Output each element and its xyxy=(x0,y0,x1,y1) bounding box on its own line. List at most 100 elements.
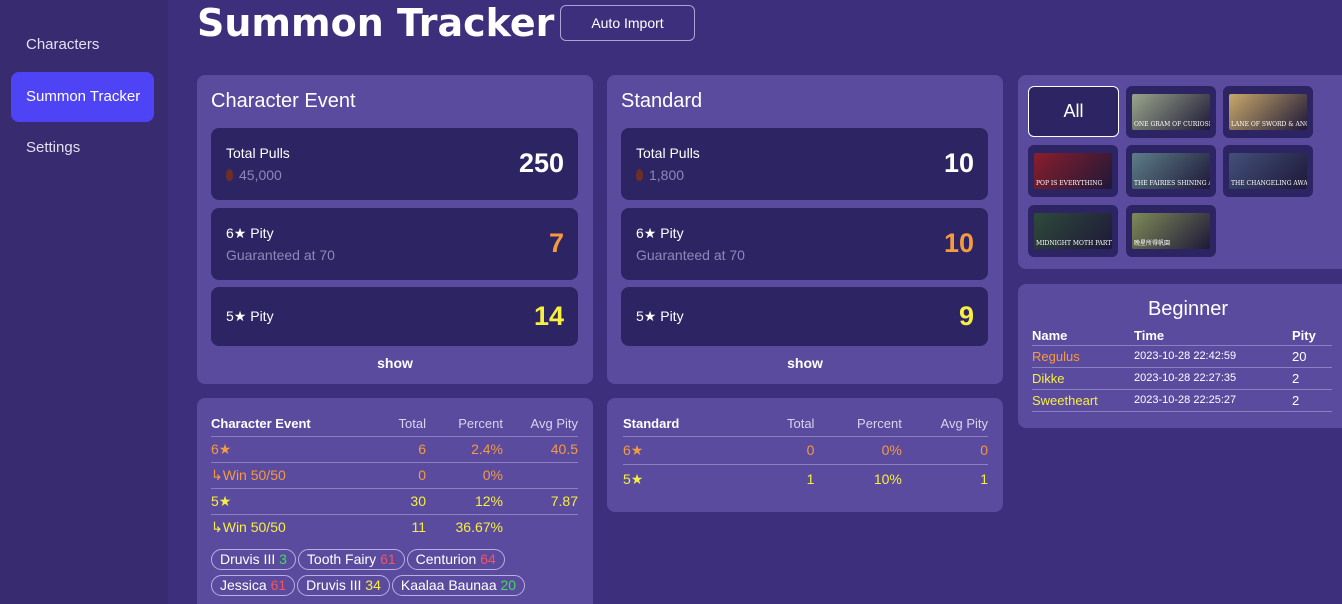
six-star-pity-guarantee: Guaranteed at 70 xyxy=(226,247,335,263)
character-chip[interactable]: Jessica 61 xyxy=(211,575,296,596)
table-row: Regulus 2023-10-28 22:42:59 20 xyxy=(1032,345,1332,368)
row-label: ↳Win 50/50 xyxy=(211,518,286,535)
sidebar: Characters Summon Tracker Settings xyxy=(0,0,168,604)
column-header: Time xyxy=(1134,326,1292,346)
table-row: 5★ 30 12% 7.87 xyxy=(211,488,578,515)
five-star-pity-value: 9 xyxy=(958,301,974,331)
gem-icon xyxy=(636,169,643,181)
banner-thumbnail[interactable]: 晚星所得帆園 xyxy=(1126,205,1216,257)
column-header: Pity xyxy=(1292,326,1332,346)
row-total: 6 xyxy=(361,436,426,463)
six-star-pity-value: 7 xyxy=(548,228,564,258)
banner-caption: 晚星所得帆園 xyxy=(1134,240,1171,247)
banner-art: ONE GRAM OF CURIOSITY xyxy=(1132,94,1210,130)
pull-cost-value: 45,000 xyxy=(239,167,282,183)
table-row: Dikke 2023-10-28 22:27:35 2 xyxy=(1032,367,1332,390)
five-star-pity-card: 5★ Pity 14 xyxy=(211,287,578,346)
beginner-title: Beginner xyxy=(1147,298,1229,320)
standard-stats-panel: Standard Total Percent Avg Pity 6★ 0 0% … xyxy=(607,398,1003,512)
row-total: 11 xyxy=(411,519,426,536)
row-avg-pity xyxy=(503,514,578,540)
table-row: ↳Win 50/50 11 36.67% xyxy=(211,514,578,540)
row-total: 30 xyxy=(361,488,426,515)
row-percent: 12% xyxy=(426,488,503,515)
pull-time: 2023-10-28 22:42:59 xyxy=(1134,345,1292,368)
banner-art: THE CHANGELING AWAITS xyxy=(1229,153,1307,189)
pull-time: 2023-10-28 22:25:27 xyxy=(1134,389,1292,412)
character-chip[interactable]: Tooth Fairy 61 xyxy=(297,549,405,570)
column-header: Percent xyxy=(426,412,503,437)
row-total: 0 xyxy=(737,436,815,465)
banner-art: MIDNIGHT MOTH PARTY xyxy=(1034,213,1112,249)
sidebar-item-characters[interactable]: Characters xyxy=(11,20,154,70)
banner-art: LANE OF SWORD & ANCHOR xyxy=(1229,94,1307,130)
six-star-pity-label: 6★ Pity xyxy=(636,225,684,241)
standard-panel: Standard Total Pulls 1,800 10 6★ Pity Gu… xyxy=(607,75,1003,384)
gem-icon xyxy=(226,169,233,181)
show-history-link[interactable]: show xyxy=(197,355,593,371)
six-star-pity-guarantee: Guaranteed at 70 xyxy=(636,247,745,263)
pull-name: Regulus xyxy=(1032,345,1134,368)
chip-name: Druvis III xyxy=(220,551,276,567)
column-header: Total xyxy=(361,412,426,437)
column-header: Avg Pity xyxy=(901,412,988,437)
chip-pity: 3 xyxy=(279,551,287,567)
six-star-pity-card: 6★ Pity Guaranteed at 70 10 xyxy=(621,208,988,280)
character-stats-panel: Character Event Total Percent Avg Pity 6… xyxy=(197,398,593,604)
sidebar-item-summon-tracker[interactable]: Summon Tracker xyxy=(11,72,154,122)
row-total: 0 xyxy=(361,462,426,489)
banner-art: THE FAIRIES SHINING AT NIGHT xyxy=(1132,153,1210,189)
character-stats-table: Character Event Total Percent Avg Pity 6… xyxy=(211,412,578,540)
banner-thumbnail[interactable]: THE CHANGELING AWAITS xyxy=(1223,145,1313,197)
banner-thumbnail[interactable]: THE FAIRIES SHINING AT NIGHT xyxy=(1126,145,1216,197)
table-row: 6★ 6 2.4% 40.5 xyxy=(211,436,578,463)
six-star-pity-value: 10 xyxy=(943,228,974,258)
character-chip[interactable]: Centurion 64 xyxy=(406,549,505,570)
table-row: Sweetheart 2023-10-28 22:25:27 2 xyxy=(1032,389,1332,412)
banner-caption: ONE GRAM OF CURIOSITY xyxy=(1134,121,1210,128)
pull-time: 2023-10-28 22:27:35 xyxy=(1134,367,1292,390)
total-pulls-label: Total Pulls xyxy=(636,145,700,161)
character-chip[interactable]: Druvis III 3 xyxy=(211,549,296,570)
row-label: 6★ xyxy=(623,436,738,465)
page-title: Summon Tracker xyxy=(197,1,555,45)
five-star-pity-card: 5★ Pity 9 xyxy=(621,287,988,346)
character-chip[interactable]: Druvis III 34 xyxy=(297,575,390,596)
show-history-link[interactable]: show xyxy=(607,355,1003,371)
row-label: 5★ xyxy=(623,470,644,487)
pull-name: Sweetheart xyxy=(1032,389,1134,412)
character-chip[interactable]: Kaalaa Baunaa 20 xyxy=(391,575,526,596)
chip-pity: 61 xyxy=(270,577,287,593)
table-header-row: Character Event Total Percent Avg Pity xyxy=(211,412,578,437)
row-label: ↳Win 50/50 xyxy=(211,462,361,489)
table-header-row: Standard Total Percent Avg Pity xyxy=(623,412,988,437)
banner-thumbnail[interactable]: ONE GRAM OF CURIOSITY xyxy=(1126,86,1216,138)
row-percent: 0% xyxy=(426,462,503,489)
five-star-pity-label: 5★ Pity xyxy=(636,308,684,324)
all-banners-button[interactable]: All xyxy=(1028,86,1119,137)
banner-art: POP IS EVERYTHING xyxy=(1034,153,1112,189)
row-avg-pity: 7.87 xyxy=(503,488,578,515)
row-label: 6★ xyxy=(211,436,361,463)
banner-caption: LANE OF SWORD & ANCHOR xyxy=(1231,121,1307,128)
banner-thumbnail[interactable]: MIDNIGHT MOTH PARTY xyxy=(1028,205,1118,257)
chip-name: Kaalaa Baunaa xyxy=(400,577,497,593)
panel-title: Character Event xyxy=(211,90,356,112)
table-header-row: Name Time Pity xyxy=(1032,326,1332,346)
banner-thumbnail[interactable]: POP IS EVERYTHING xyxy=(1028,145,1118,197)
column-header: Avg Pity xyxy=(503,412,578,437)
pull-name: Dikke xyxy=(1032,367,1134,390)
total-pulls-card: Total Pulls 1,800 10 xyxy=(621,128,988,200)
banner-art: 晚星所得帆園 xyxy=(1132,213,1210,249)
pull-cost-value: 1,800 xyxy=(649,167,685,183)
chip-pity: 61 xyxy=(380,551,396,567)
column-header: Percent xyxy=(814,412,902,437)
row-percent: 36.67% xyxy=(455,519,503,536)
beginner-panel: Beginner Name Time Pity Regulus 2023-10-… xyxy=(1018,284,1342,428)
chip-name: Tooth Fairy xyxy=(306,551,377,567)
beginner-pull-log: Name Time Pity Regulus 2023-10-28 22:42:… xyxy=(1032,326,1332,412)
auto-import-button[interactable]: Auto Import xyxy=(560,5,695,41)
sidebar-item-settings[interactable]: Settings xyxy=(11,123,154,173)
banner-thumbnail[interactable]: LANE OF SWORD & ANCHOR xyxy=(1223,86,1313,138)
chip-name: Jessica xyxy=(220,577,267,593)
